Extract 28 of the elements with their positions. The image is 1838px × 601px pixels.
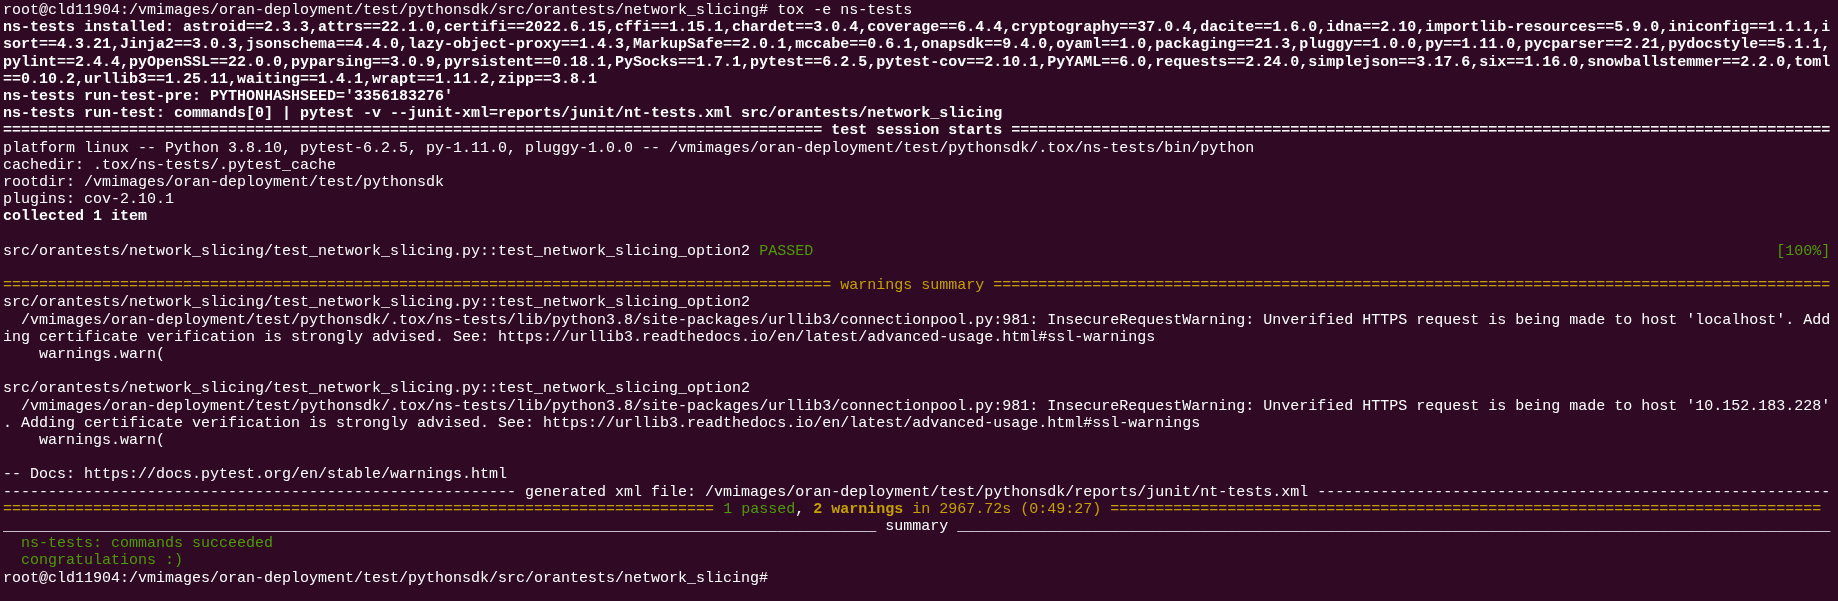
status-text: PASSED <box>759 242 814 261</box>
output-text: cachedir: .tox/ns-tests/.pytest_cache <box>3 156 337 175</box>
output-text: src/orantests/network_slicing/test_network_slicing.py::test_network_slicing_option2 <box>3 294 751 312</box>
output-text: =========================================================================================== test session starts =========================================================================================== <box>3 122 1831 140</box>
warning-text: in 2967.72s (0:49:27) =============================================================================== <box>911 500 1822 519</box>
output-text: -- Docs: https://docs.pytest.org/en/stable/warnings.html <box>3 466 508 484</box>
status-text: ns-tests: commands succeeded <box>20 535 274 553</box>
output-text: src/orantests/network_slicing/test_network_slicing.py::test_network_slicing_option2 <box>3 380 751 398</box>
warning-text: ============================================================================================ warnings summary ============================================================================================= <box>3 277 1831 295</box>
output-text: root@cld11904:/vmimages/oran-deployment/test/pythonsdk/src/orantests/network_slicing# <box>3 569 769 587</box>
output-text: root@cld11904:/vmimages/oran-deployment/test/pythonsdk/src/orantests/network_slicing# tox -e ns-tests <box>3 2 913 20</box>
output-text: ns-tests run-test: commands[0] | pytest -v --junit-xml=reports/junit/nt-tests.xml src/orantests/network_slicing <box>3 105 1003 123</box>
output-text: _________________________________________________________________________________________________ summary _________________________________________________________________________________________________ <box>3 518 1831 536</box>
status-text: 1 passed <box>723 500 796 519</box>
output-text: src/orantests/network_slicing/test_network_slicing.py::test_network_slicing_option2 <box>3 242 752 261</box>
output-text: , <box>795 500 806 519</box>
status-text: congratulations :) <box>20 552 184 570</box>
output-text: platform linux -- Python 3.8.10, pytest-6.2.5, py-1.11.0, pluggy-1.0.0 -- /vmimages/oran-deployment/test/pythonsdk/.tox/ns-tests/bin/python <box>3 139 1255 157</box>
output-text: plugins: cov-2.10.1 <box>3 191 175 209</box>
warning-text: =============================================================================== <box>3 500 716 519</box>
output-text: ns-tests run-test-pre: PYTHONHASHSEED='3356183276' <box>3 88 454 106</box>
status-text: [100%] <box>1776 242 1831 261</box>
output-text: warnings.warn( <box>38 432 166 450</box>
warning-text: 2 warnings <box>813 500 904 519</box>
output-text: --------------------------------------------------------- generated xml file: /vmimages/oran-deployment/test/pythonsdk/reports/junit/nt-tests.xml --------------------------------------------------------- <box>3 483 1831 501</box>
output-text: warnings.warn( <box>38 346 166 364</box>
output-text: rootdir: /vmimages/oran-deployment/test/pythonsdk <box>3 174 445 192</box>
output-text: collected 1 item <box>3 208 148 226</box>
